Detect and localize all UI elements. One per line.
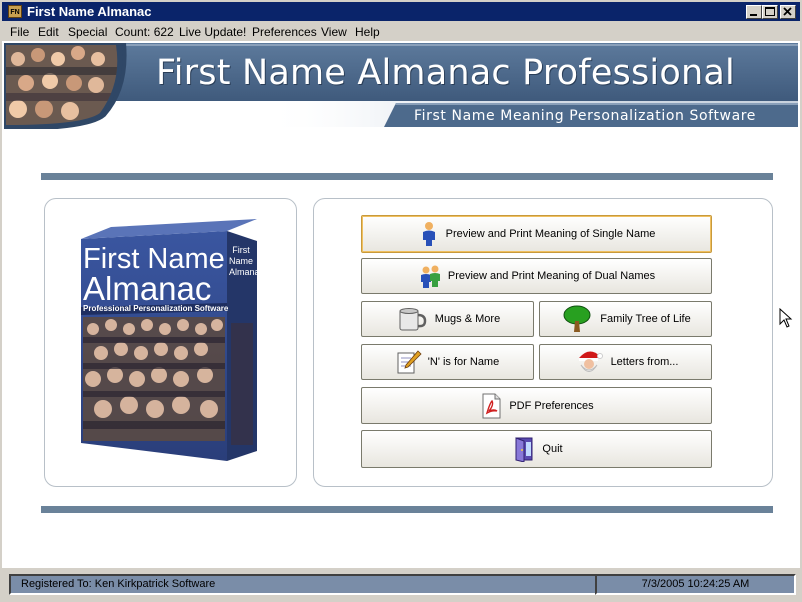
menu-bar: File Edit Special Count: 622 Live Update… (2, 22, 800, 41)
menu-preferences[interactable]: Preferences (252, 25, 317, 39)
n-is-for-name-label: 'N' is for Name (427, 356, 500, 368)
mugs-and-more-button[interactable]: Mugs & More (361, 301, 534, 337)
menu-file[interactable]: File (10, 25, 29, 39)
notepad-pencil-icon (397, 350, 422, 374)
santa-icon (578, 351, 603, 372)
bottom-divider (41, 506, 773, 513)
preview-single-name-button[interactable]: Preview and Print Meaning of Single Name (361, 215, 712, 253)
maximize-button[interactable] (762, 5, 778, 19)
preview-dual-names-button[interactable]: Preview and Print Meaning of Dual Names (361, 258, 712, 294)
exit-door-icon (515, 437, 533, 462)
window-title: First Name Almanac (27, 4, 152, 19)
banner-title: First Name Almanac Professional (156, 53, 735, 93)
family-tree-label: Family Tree of Life (600, 313, 691, 325)
registered-to-text: Registered To: Ken Kirkpatrick Software (21, 578, 216, 590)
quit-label: Quit (542, 443, 563, 455)
mouse-cursor-icon (779, 308, 793, 328)
mug-icon (399, 308, 427, 331)
close-icon (783, 7, 792, 16)
box-tagline: Professional Personalization Software (83, 304, 229, 313)
registered-to-panel: Registered To: Ken Kirkpatrick Software (9, 574, 599, 595)
datetime-panel: 7/3/2005 10:24:25 AM (595, 574, 796, 595)
main-content: First Name Almanac Professional First Na… (2, 41, 800, 568)
pdf-icon (482, 393, 501, 418)
minimize-icon (750, 14, 757, 16)
pdf-preferences-label: PDF Preferences (509, 399, 594, 412)
letters-from-label: Letters from... (610, 356, 679, 368)
box-spine-text: First Name Almanac (229, 245, 265, 277)
single-person-icon (422, 222, 435, 246)
banner-subtitle: First Name Meaning Personalization Softw… (414, 108, 757, 124)
menu-special[interactable]: Special (68, 25, 107, 39)
close-button[interactable] (780, 5, 796, 19)
two-people-icon (420, 265, 440, 288)
header-banner: First Name Almanac Professional First Na… (4, 43, 798, 129)
pdf-preferences-button[interactable]: PDF Preferences (361, 387, 712, 424)
app-icon[interactable]: FN (8, 5, 22, 18)
application-window: FN First Name Almanac File Edit Special … (0, 0, 802, 602)
preview-dual-names-label: Preview and Print Meaning of Dual Names (447, 270, 656, 282)
minimize-button[interactable] (746, 5, 762, 19)
n-is-for-name-button[interactable]: 'N' is for Name (361, 344, 534, 380)
top-divider (41, 173, 773, 180)
tree-icon (563, 305, 591, 332)
letters-from-button[interactable]: Letters from... (539, 344, 712, 380)
box-title-line2: Almanac (83, 270, 212, 307)
menu-count[interactable]: Count: 622 (115, 25, 174, 39)
status-bar: Registered To: Ken Kirkpatrick Software … (2, 569, 800, 600)
mugs-and-more-label: Mugs & More (434, 313, 501, 325)
datetime-text: 7/3/2005 10:24:25 AM (641, 578, 750, 590)
quit-button[interactable]: Quit (361, 430, 712, 468)
product-image-panel: First Name Almanac Professional Personal… (44, 198, 297, 487)
menu-edit[interactable]: Edit (38, 25, 59, 39)
preview-single-name-label: Preview and Print Meaning of Single Name (445, 228, 656, 240)
menu-view[interactable]: View (321, 25, 347, 39)
title-bar[interactable]: FN First Name Almanac (2, 2, 800, 21)
menu-help[interactable]: Help (355, 25, 380, 39)
menu-live-update[interactable]: Live Update! (179, 25, 246, 39)
maximize-icon (765, 7, 775, 16)
family-tree-button[interactable]: Family Tree of Life (539, 301, 712, 337)
